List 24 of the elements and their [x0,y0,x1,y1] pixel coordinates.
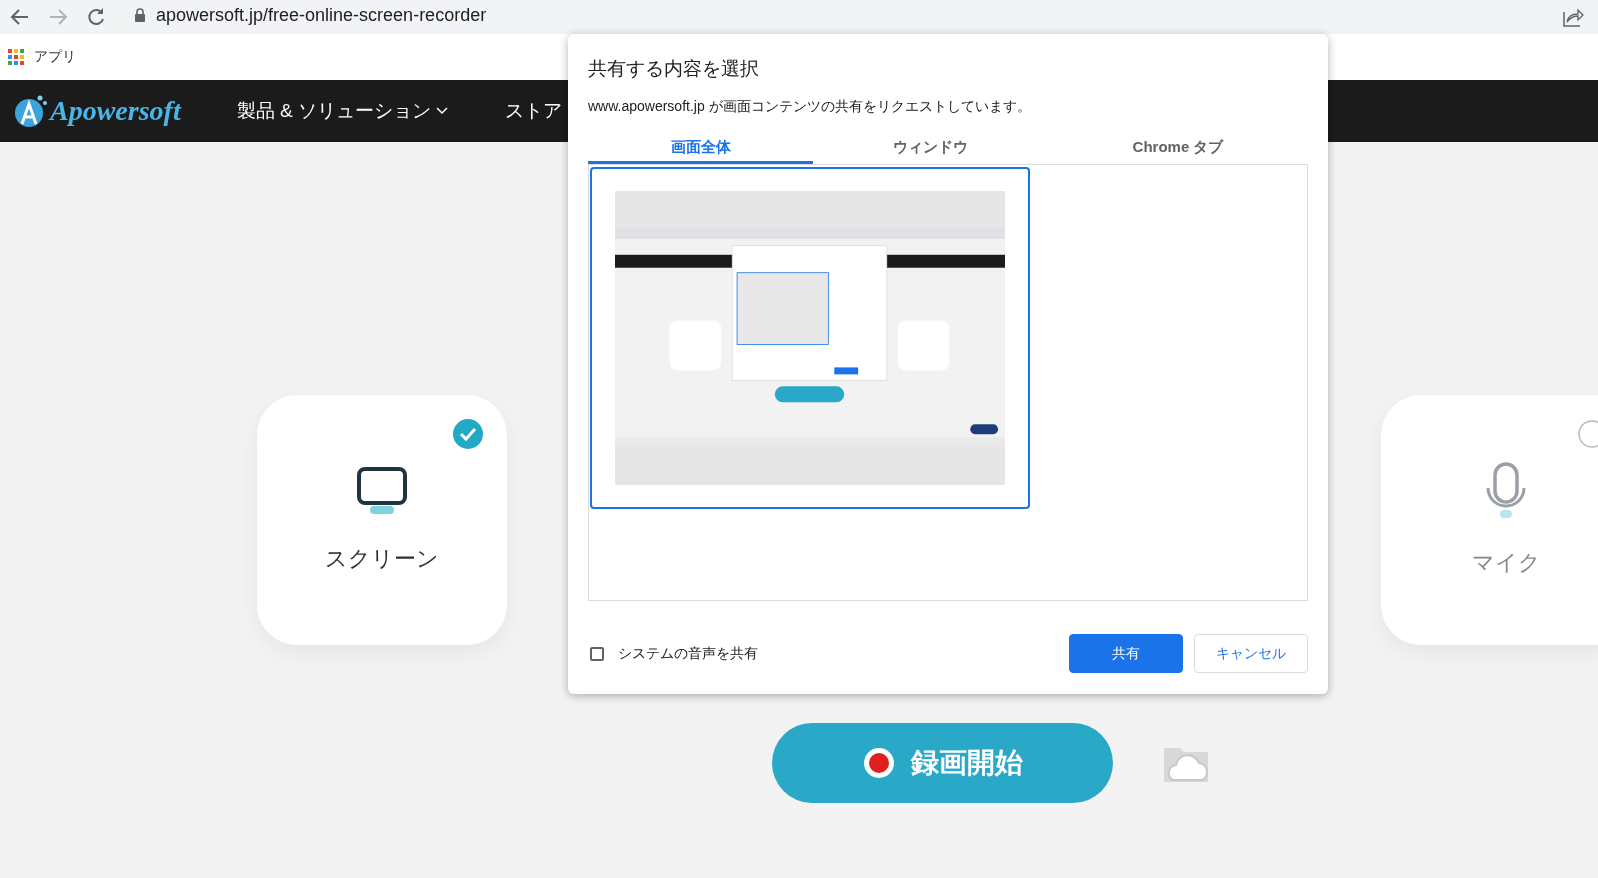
dialog-message: www.apowersoft.jp が画面コンテンツの共有をリクエストしています。 [588,98,1032,116]
lock-icon [134,8,146,22]
bookmark[interactable]: アプリ [8,48,76,66]
share-button[interactable]: 共有 [1069,634,1183,673]
source-card[interactable]: マイク [1381,395,1598,645]
tab[interactable]: Chrome タブ [1048,134,1308,164]
nav-item[interactable]: ストア [498,97,568,125]
url-text: apowersoft.jp/free-online-screen-recorder [156,4,487,26]
tab[interactable]: ウィンドウ [813,134,1048,164]
checkbox-label: システムの音声を共有 [618,644,758,663]
share-icon[interactable] [1562,6,1584,28]
checkbox[interactable] [590,646,604,661]
screen-preview[interactable] [590,167,1030,509]
cancel-button[interactable]: キャンセル [1194,634,1308,673]
dialog-title: 共有する内容を選択 [588,57,760,81]
record-icon [862,747,895,779]
logo[interactable]: Apowersoft [50,95,181,127]
monitor-icon [356,466,408,516]
source-card[interactable]: スクリーン [257,395,507,645]
tab[interactable]: 画面全体 [588,134,813,164]
nav-item[interactable]: 製品 & ソリューション [230,97,455,125]
apps-grid-icon [8,49,24,65]
logo-mark-icon [14,94,48,128]
microphone-icon [1486,462,1526,520]
